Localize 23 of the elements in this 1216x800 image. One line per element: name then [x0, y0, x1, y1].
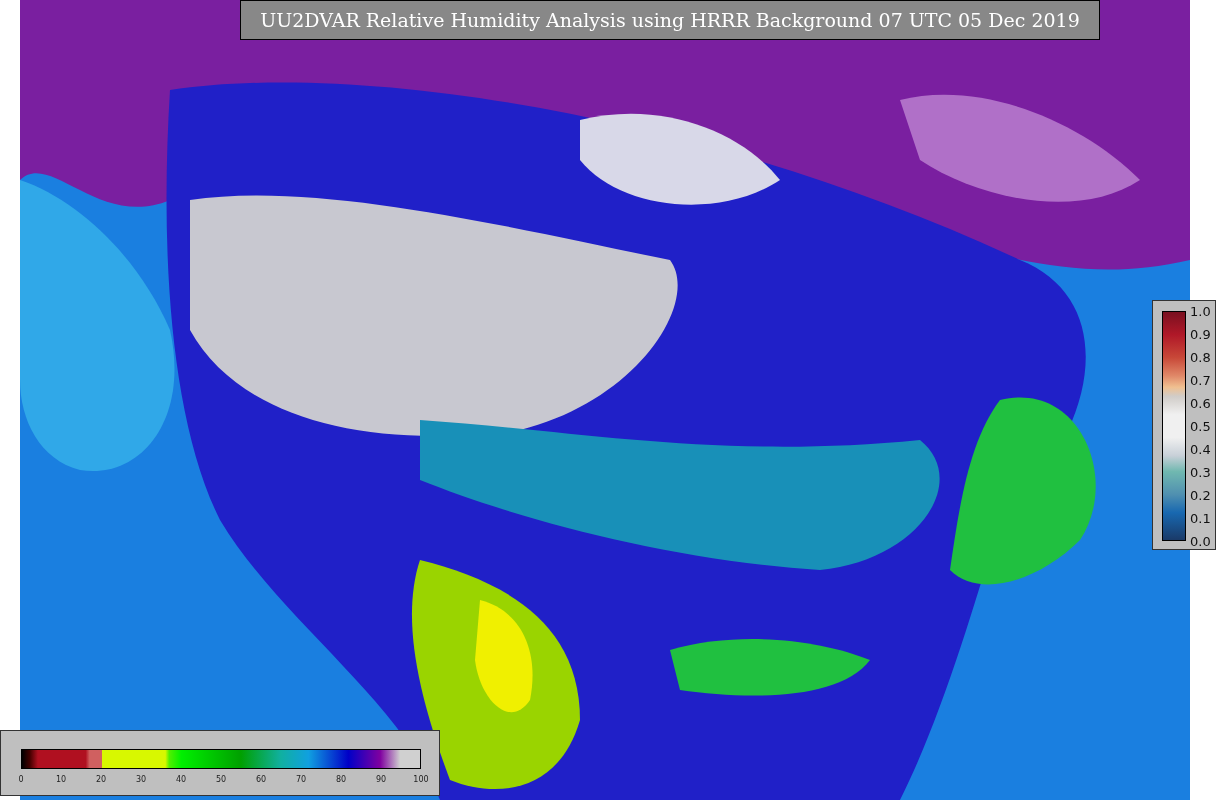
tick-label: 0.8: [1190, 349, 1211, 365]
tick-label: 100: [413, 775, 429, 784]
tick-label: 1.0: [1190, 303, 1211, 319]
tick-label: 0.7: [1190, 372, 1211, 388]
tick-label: 20: [95, 775, 107, 784]
tick-label: 0.3: [1190, 464, 1211, 480]
tick-label: 0.6: [1190, 395, 1211, 411]
tick-label: 0.5: [1190, 418, 1211, 434]
tick-label: 0.2: [1190, 487, 1211, 503]
map-title: UU2DVAR Relative Humidity Analysis using HRRR Background 07 UTC 05 Dec 2019: [240, 0, 1100, 40]
tick-label: 70: [295, 775, 307, 784]
tick-label: 80: [335, 775, 347, 784]
tick-label: 0.9: [1190, 326, 1211, 342]
tick-label: 0.4: [1190, 441, 1211, 457]
tick-label: 50: [215, 775, 227, 784]
tick-label: 0: [18, 775, 24, 784]
tick-label: 60: [255, 775, 267, 784]
tick-label: 40: [175, 775, 187, 784]
tick-label: 90: [375, 775, 387, 784]
tick-label: 0.0: [1190, 533, 1211, 549]
tick-label: 10: [55, 775, 67, 784]
tick-label: 30: [135, 775, 147, 784]
tick-label: 0.1: [1190, 510, 1211, 526]
